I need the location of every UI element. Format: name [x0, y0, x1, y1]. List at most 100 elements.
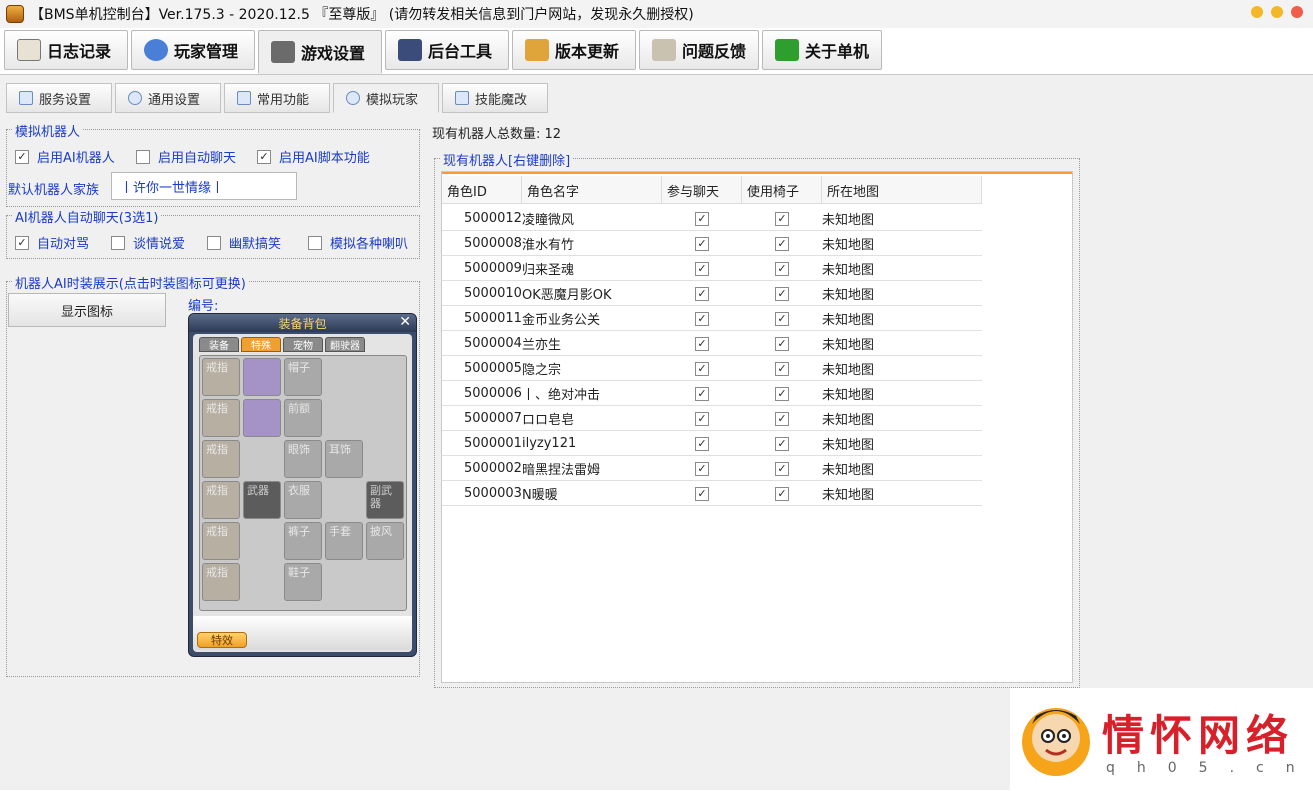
checkbox-box[interactable] [136, 149, 150, 164]
chat-checkbox[interactable] [695, 386, 709, 401]
chair-checkbox[interactable] [775, 436, 789, 451]
enable-ai-script-checkbox[interactable]: 启用AI脚本功能 [257, 147, 370, 166]
slot-pants[interactable]: 裤子 [284, 522, 322, 560]
tab-about[interactable]: 关于单机 [762, 30, 882, 70]
tab-players[interactable]: 玩家管理 [131, 30, 255, 70]
subtab-general-settings[interactable]: 通用设置 [115, 83, 221, 113]
tab-feedback[interactable]: 问题反馈 [639, 30, 759, 70]
equip-tab-special[interactable]: 特殊 [241, 337, 281, 352]
table-row[interactable]: 5000012凌瞳微风 未知地图 [442, 206, 982, 231]
enable-ai-robot-checkbox[interactable]: 启用AI机器人 [15, 147, 115, 166]
slot-ring[interactable]: 戒指 [202, 440, 240, 478]
subtab-service-settings[interactable]: 服务设置 [6, 83, 112, 113]
slot-gloves[interactable]: 手套 [325, 522, 363, 560]
checkbox-box[interactable] [257, 149, 271, 164]
table-row[interactable]: 5000003N暖暖 未知地图 [442, 481, 982, 506]
subtab-skill-mod[interactable]: 技能魔改 [442, 83, 548, 113]
col-header-name[interactable]: 角色名字 [522, 176, 662, 204]
equip-tab-equipment[interactable]: 装备 [199, 337, 239, 352]
equip-tab-mount[interactable]: 翻驶器 [325, 337, 365, 352]
table-row[interactable]: 5000011金币业务公关 未知地图 [442, 306, 982, 331]
avatar-icon[interactable] [243, 358, 281, 396]
tab-label: 版本更新 [555, 42, 620, 61]
tab-game-settings[interactable]: 游戏设置 [258, 30, 382, 74]
radio-box[interactable] [111, 235, 125, 250]
equip-tab-pet[interactable]: 宠物 [283, 337, 323, 352]
chat-option-scold[interactable]: 自动对骂 [15, 233, 89, 252]
slot-ring[interactable]: 戒指 [202, 522, 240, 560]
table-row[interactable]: 5000007ロロ皂皂 未知地图 [442, 406, 982, 431]
slot-cape[interactable]: 披风 [366, 522, 404, 560]
chair-checkbox[interactable] [775, 361, 789, 376]
slot-shoes[interactable]: 鞋子 [284, 563, 322, 601]
subtab-simulated-players[interactable]: 模拟玩家 [333, 83, 439, 113]
slot-ear[interactable]: 耳饰 [325, 440, 363, 478]
tab-backend-tools[interactable]: 后台工具 [385, 30, 509, 70]
slot-top[interactable]: 衣服 [284, 481, 322, 519]
col-header-chat[interactable]: 参与聊天 [662, 176, 742, 204]
slot-ring[interactable]: 戒指 [202, 358, 240, 396]
slot-forehead[interactable]: 前额 [284, 399, 322, 437]
radio-box[interactable] [207, 235, 221, 250]
chair-checkbox[interactable] [775, 461, 789, 476]
show-icon-button[interactable]: 显示图标 [8, 293, 166, 327]
table-row[interactable]: 5000010OK恶魔月影OK 未知地图 [442, 281, 982, 306]
chat-checkbox[interactable] [695, 361, 709, 376]
chat-checkbox[interactable] [695, 336, 709, 351]
chat-checkbox[interactable] [695, 211, 709, 226]
table-row[interactable]: 5000008淮水有竹 未知地图 [442, 231, 982, 256]
chair-checkbox[interactable] [775, 236, 789, 251]
chat-option-humor[interactable]: 幽默搞笑 [207, 233, 281, 252]
table-row[interactable]: 5000004兰亦生 未知地图 [442, 331, 982, 356]
chair-checkbox[interactable] [775, 286, 789, 301]
subtab-common-functions[interactable]: 常用功能 [224, 83, 330, 113]
radio-box[interactable] [308, 235, 322, 250]
table-row[interactable]: 5000002暗黑捏法雷姆 未知地图 [442, 456, 982, 481]
avatar-icon[interactable] [243, 399, 281, 437]
table-row[interactable]: 5000001ilyzy121 未知地图 [442, 431, 982, 456]
chair-checkbox[interactable] [775, 311, 789, 326]
family-input[interactable]: 丨许你一世情缘丨 [111, 172, 297, 200]
slot-hat[interactable]: 帽子 [284, 358, 322, 396]
chat-option-horn[interactable]: 模拟各种喇叭 [308, 233, 408, 252]
chat-checkbox[interactable] [695, 261, 709, 276]
chair-checkbox[interactable] [775, 486, 789, 501]
enable-auto-chat-checkbox[interactable]: 启用自动聊天 [136, 147, 236, 166]
effect-button[interactable]: 特效 [197, 632, 247, 648]
slot-weapon[interactable]: 武器 [243, 481, 281, 519]
chair-checkbox[interactable] [775, 411, 789, 426]
radio-box[interactable] [15, 235, 29, 250]
chat-checkbox[interactable] [695, 486, 709, 501]
tab-log[interactable]: 日志记录 [4, 30, 128, 70]
chat-checkbox[interactable] [695, 236, 709, 251]
chair-checkbox[interactable] [775, 211, 789, 226]
chat-checkbox[interactable] [695, 461, 709, 476]
chair-checkbox[interactable] [775, 386, 789, 401]
table-row[interactable]: 5000005隐之宗 未知地图 [442, 356, 982, 381]
table-row[interactable]: 5000009归来圣魂 未知地图 [442, 256, 982, 281]
col-header-chair[interactable]: 使用椅子 [742, 176, 822, 204]
chat-option-romance[interactable]: 谈情说爱 [111, 233, 185, 252]
monitor-icon [398, 39, 422, 61]
table-row[interactable]: 5000006丨、绝对冲击 未知地图 [442, 381, 982, 406]
chat-checkbox[interactable] [695, 286, 709, 301]
slot-eye[interactable]: 眼饰 [284, 440, 322, 478]
slot-ring[interactable]: 戒指 [202, 399, 240, 437]
maximize-icon[interactable] [1271, 6, 1283, 18]
slot-subweapon[interactable]: 副武器 [366, 481, 404, 519]
chat-checkbox[interactable] [695, 411, 709, 426]
tab-version-update[interactable]: 版本更新 [512, 30, 636, 70]
minimize-icon[interactable] [1251, 6, 1263, 18]
service-icon [19, 91, 33, 105]
col-header-id[interactable]: 角色ID [442, 176, 522, 204]
checkbox-box[interactable] [15, 149, 29, 164]
chat-checkbox[interactable] [695, 311, 709, 326]
slot-ring[interactable]: 戒指 [202, 481, 240, 519]
slot-ring[interactable]: 戒指 [202, 563, 240, 601]
chair-checkbox[interactable] [775, 336, 789, 351]
chair-checkbox[interactable] [775, 261, 789, 276]
close-icon[interactable]: ✕ [399, 314, 411, 330]
col-header-map[interactable]: 所在地图 [822, 176, 982, 204]
chat-checkbox[interactable] [695, 436, 709, 451]
close-icon[interactable] [1291, 6, 1303, 18]
